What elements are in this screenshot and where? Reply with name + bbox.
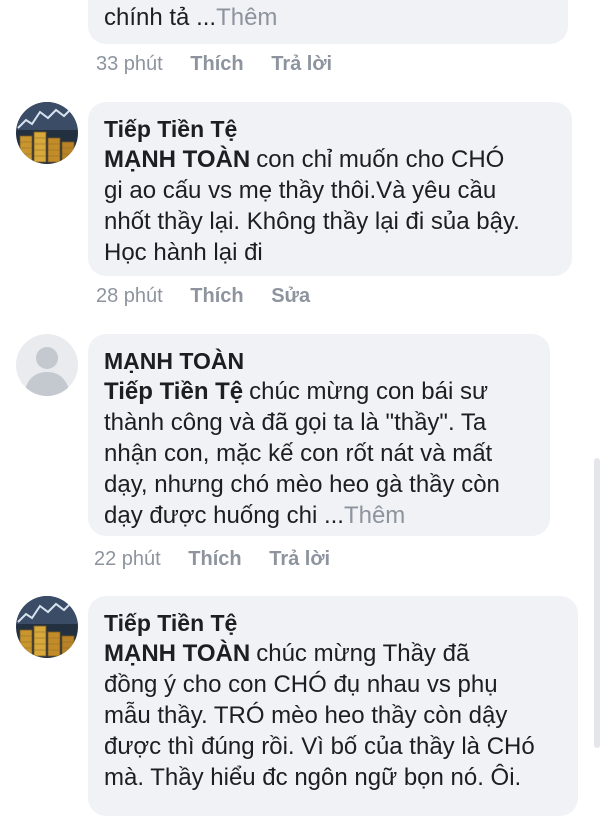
- comment-text-line: chính tả ...: [104, 4, 217, 31]
- mention-link[interactable]: Tiếp Tiền Tệ: [104, 378, 243, 405]
- comment-author[interactable]: Tiếp Tiền Tệ: [104, 608, 562, 638]
- reply-button[interactable]: Trả lời: [271, 52, 332, 76]
- comment-text-line: nhận con, mặc kế con rốt nát và mất: [104, 440, 493, 467]
- default-person-avatar-icon: [16, 334, 78, 396]
- see-more-link[interactable]: Thêm: [344, 502, 405, 529]
- comment-text-line: nhốt thầy lại. Không thầy lại đi sủa bậy…: [104, 208, 520, 235]
- edit-button[interactable]: Sửa: [271, 284, 310, 308]
- reply-button[interactable]: Trả lời: [269, 547, 330, 571]
- avatar[interactable]: [16, 596, 78, 658]
- comment-meta: 22 phút Thích Trả lời: [94, 547, 352, 571]
- comment-author[interactable]: Tiếp Tiền Tệ: [104, 114, 556, 144]
- comment-author[interactable]: MẠNH TOÀN: [104, 346, 534, 376]
- comment-text-line: được thì đúng rồi. Vì bố của thầy là CHó: [104, 733, 535, 760]
- comment-text-line: dạy, nhưng chó mèo heo gà thầy còn: [104, 471, 500, 498]
- comment-text-line: gi ao cấu vs mẹ thầy thôi.Và yêu cầu: [104, 177, 497, 204]
- comment-text-line: đồng ý cho con CHÓ đụ nhau vs phụ: [104, 671, 498, 698]
- comment-text-line: dạy được huống chi ...: [104, 502, 344, 529]
- mention-link[interactable]: MẠNH TOÀN: [104, 146, 250, 173]
- comment-text-line: mà. Thầy hiểu đc ngôn ngữ bọn nó. Ôi.: [104, 764, 522, 791]
- comment-meta: 28 phút Thích Sửa: [96, 284, 332, 308]
- comment-bubble: chính tả ...Thêm: [88, 0, 568, 44]
- avatar[interactable]: [16, 334, 78, 396]
- stock-chart-coins-avatar-icon: [16, 596, 78, 658]
- comment-text-line: chúc mừng Thầy đã: [256, 640, 470, 667]
- stock-chart-coins-avatar-icon: [16, 102, 78, 164]
- mention-link[interactable]: MẠNH TOÀN: [104, 640, 250, 667]
- like-button[interactable]: Thích: [188, 547, 241, 571]
- comment-text-line: chúc mừng con bái sư: [249, 378, 489, 405]
- avatar[interactable]: [16, 102, 78, 164]
- comment-text-line: mẫu thầy. TRÓ mèo heo thầy còn dậy: [104, 702, 508, 729]
- comment-text-line: con chỉ muốn cho CHÓ: [256, 146, 505, 173]
- like-button[interactable]: Thích: [190, 52, 243, 76]
- comment-bubble: Tiếp Tiền Tệ MẠNH TOÀN chúc mừng Thầy đã …: [88, 596, 578, 816]
- like-button[interactable]: Thích: [190, 284, 243, 308]
- scrollbar[interactable]: [594, 458, 600, 748]
- comment-time: 33 phút: [96, 53, 163, 75]
- comment-text-line: Học hành lại đi: [104, 239, 263, 266]
- comment-time: 28 phút: [96, 285, 163, 307]
- comment-bubble: Tiếp Tiền Tệ MẠNH TOÀN con chỉ muốn cho C…: [88, 102, 572, 276]
- comment-text-line: thành công và đã gọi ta là "thầy". Ta: [104, 409, 487, 436]
- see-more-link[interactable]: Thêm: [216, 4, 277, 31]
- comment-bubble: MẠNH TOÀN Tiếp Tiền Tệ chúc mừng con bái …: [88, 334, 550, 536]
- comment-time: 22 phút: [94, 548, 161, 570]
- comment-meta: 33 phút Thích Trả lời: [96, 52, 354, 76]
